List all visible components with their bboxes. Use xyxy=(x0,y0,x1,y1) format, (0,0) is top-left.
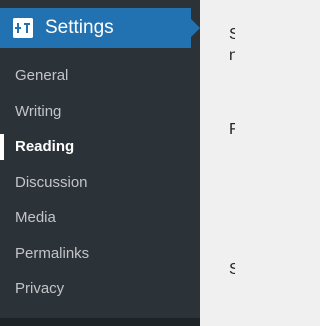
main-content-area: S n F S xyxy=(200,0,235,326)
admin-screen: Settings General Writing Reading Discuss… xyxy=(0,0,235,326)
submenu-item-general[interactable]: General xyxy=(0,58,200,94)
current-menu-pointer xyxy=(191,19,200,37)
admin-sidebar: Settings General Writing Reading Discuss… xyxy=(0,0,200,326)
settings-menu-header[interactable]: Settings xyxy=(0,8,191,48)
submenu-item-privacy[interactable]: Privacy xyxy=(0,271,200,307)
content-text-fragment: S xyxy=(229,26,235,43)
content-text-fragment: n xyxy=(229,47,235,64)
submenu-item-media[interactable]: Media xyxy=(0,200,200,236)
sidebar-bottom-edge xyxy=(0,318,200,326)
submenu-item-discussion[interactable]: Discussion xyxy=(0,165,200,201)
content-text-fragment: S xyxy=(229,261,235,278)
submenu-item-permalinks[interactable]: Permalinks xyxy=(0,236,200,272)
submenu-item-writing[interactable]: Writing xyxy=(0,94,200,130)
settings-menu-label: Settings xyxy=(45,17,114,38)
submenu-item-reading[interactable]: Reading xyxy=(0,129,200,165)
settings-sliders-icon xyxy=(13,18,33,38)
settings-submenu: General Writing Reading Discussion Media… xyxy=(0,58,200,307)
content-text-fragment: F xyxy=(229,121,235,138)
